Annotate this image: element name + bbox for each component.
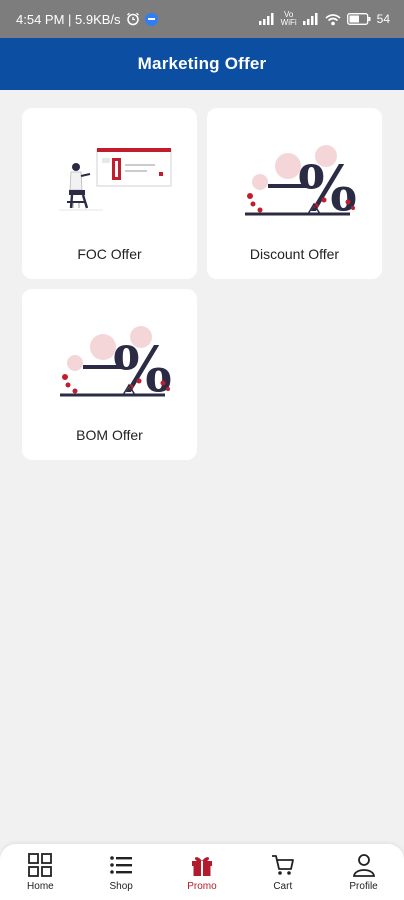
offer-card-bom[interactable]: % BOM Offer [22,289,197,460]
bottom-nav: Home Shop Promo Cart Profile [0,844,404,900]
cart-icon [271,855,294,875]
nav-label: Cart [273,881,293,892]
nav-item-promo[interactable]: Promo [167,852,237,892]
gift-icon [191,857,212,876]
offer-grid: FOC Offer % Discount Offer % BOM Offer [22,108,382,460]
person-board-icon [58,148,172,211]
nav-label: Shop [109,881,133,892]
offer-card-discount[interactable]: % Discount Offer [207,108,382,279]
nav-item-cart[interactable]: Cart [248,852,318,892]
nav-label: Profile [349,881,378,892]
wifi-icon [325,13,341,25]
offer-card-label: FOC Offer [77,246,142,262]
percent-icon: % [59,326,171,405]
page-title: Marketing Offer [137,54,267,73]
nav-label: Home [27,881,54,892]
offer-card-foc[interactable]: FOC Offer [22,108,197,279]
signal-icon-2 [302,13,318,25]
volte-label: Vo WiFi [280,10,297,27]
nav-item-shop[interactable]: Shop [86,852,156,892]
percent-icon: % [244,145,356,224]
alarm-icon [126,12,139,26]
person-icon [352,854,375,877]
foc-illustration [22,144,197,224]
battery-percent: 54 [376,12,390,26]
do-not-disturb-icon [144,12,158,26]
grid-icon [28,853,53,877]
nav-label: Promo [187,881,217,892]
nav-item-home[interactable]: Home [5,852,75,892]
offer-card-label: BOM Offer [76,427,143,443]
discount-illustration: % [207,144,382,224]
signal-icon [258,13,274,25]
battery-icon [346,13,371,25]
status-time: 4:54 PM | 5.9KB/s [16,11,121,27]
offer-card-label: Discount Offer [249,246,340,262]
list-icon [110,856,133,874]
app-header: Marketing Offer [0,38,404,90]
nav-item-profile[interactable]: Profile [329,852,399,892]
bom-illustration: % [22,325,197,405]
status-left: 4:54 PM | 5.9KB/s [16,12,158,27]
status-bar: 4:54 PM | 5.9KB/s Vo WiFi 54 [0,0,404,38]
status-right: Vo WiFi 54 [258,10,390,27]
